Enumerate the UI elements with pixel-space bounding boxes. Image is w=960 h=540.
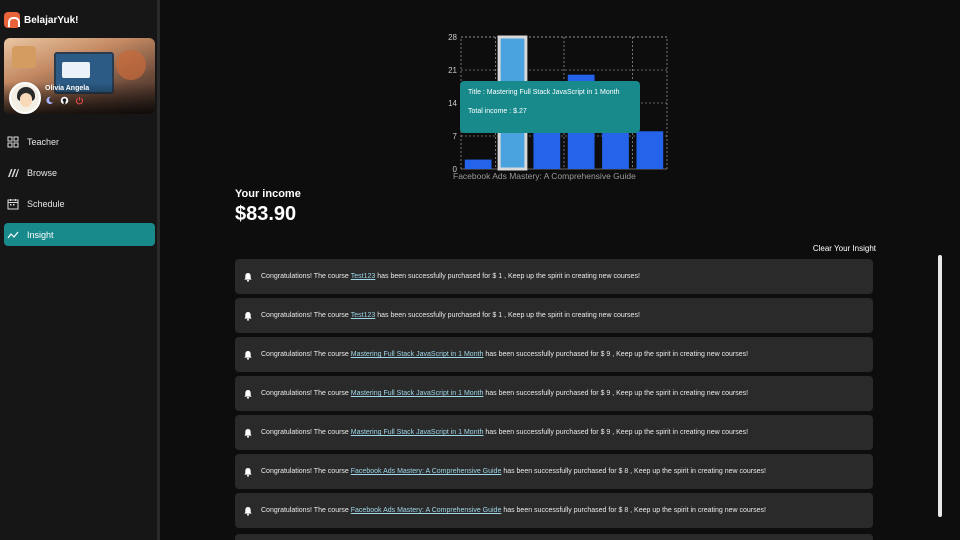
notification-prefix: Congratulations! The course: [261, 390, 349, 397]
y-tick-label: 28: [448, 33, 457, 42]
chart-bar: [464, 159, 492, 169]
chart-tooltip: Title : Mastering Full Stack JavaScript …: [460, 81, 640, 133]
chart-bar: [602, 131, 629, 169]
course-link[interactable]: Facebook Ads Mastery: A Comprehensive Gu…: [351, 507, 502, 514]
y-tick-label: 7: [453, 132, 458, 141]
notification-suffix: has been successfully purchased for $ 9 …: [485, 351, 749, 358]
notification-prefix: Congratulations! The course: [261, 429, 349, 436]
profile-banner-decoration: [116, 50, 146, 80]
course-link[interactable]: Mastering Full Stack JavaScript in 1 Mon…: [351, 429, 484, 436]
sidebar-nav: Teacher Browse Schedule Insight: [4, 130, 155, 254]
browse-stripes-icon: [8, 168, 19, 177]
sidebar-item-label: Insight: [27, 229, 54, 240]
sidebar-item-teacher[interactable]: Teacher: [4, 130, 155, 153]
notification-suffix: has been successfully purchased for $ 8 …: [503, 507, 766, 514]
notification-item: Congratulations! The course Facebook Ads…: [235, 454, 873, 489]
tooltip-title: Title : Mastering Full Stack JavaScript …: [468, 89, 620, 96]
bell-icon: [244, 506, 252, 516]
sidebar-item-label: Browse: [27, 167, 58, 178]
notification-suffix: has been successfully purchased for $ 8 …: [503, 468, 766, 475]
sidebar-item-insight[interactable]: Insight: [4, 223, 155, 246]
scrollbar-thumb[interactable]: [938, 255, 942, 517]
bell-icon: [244, 428, 252, 438]
calendar-icon: [7, 198, 19, 209]
user-name: Olivia Angela: [45, 85, 90, 92]
clear-insight-button[interactable]: Clear Your Insight: [813, 244, 876, 253]
notification-list: Congratulations! The course Test123 has …: [235, 259, 873, 540]
bell-icon: [244, 467, 252, 477]
trend-line-icon: [7, 231, 19, 238]
sidebar-item-label: Schedule: [27, 198, 65, 209]
course-link[interactable]: Test123: [351, 312, 376, 319]
brand-name: BelajarYuk!: [24, 14, 79, 26]
sidebar-item-browse[interactable]: Browse: [4, 161, 155, 184]
bell-icon: [244, 272, 252, 282]
sidebar-item-label: Teacher: [27, 136, 60, 147]
notification-suffix: has been successfully purchased for $ 1 …: [377, 273, 640, 280]
notification-suffix: has been successfully purchased for $ 9 …: [485, 429, 749, 436]
sidebar: BelajarYuk! Olivia Angela Teacher Browse…: [0, 0, 160, 540]
sidebar-item-schedule[interactable]: Schedule: [4, 192, 155, 215]
income-label: Your income: [235, 188, 301, 200]
dashboard-grid-icon: [7, 136, 19, 147]
notification-item: Congratulations! The course Facebook Ads…: [235, 493, 873, 528]
main-content: 0 7 14 21 28 Facebook Ads Mastery: A Comprehe…: [163, 0, 960, 540]
notification-item: Congratulations! The course Test123 has …: [235, 259, 873, 294]
bell-icon: [244, 389, 252, 399]
bell-icon: [244, 350, 252, 360]
github-icon[interactable]: [60, 96, 69, 105]
course-link[interactable]: Mastering Full Stack JavaScript in 1 Mon…: [351, 390, 484, 397]
tooltip-income: Total income : $.27: [468, 108, 527, 115]
chart-bar: [533, 131, 561, 169]
notification-prefix: Congratulations! The course: [261, 273, 349, 280]
notification-suffix: has been successfully purchased for $ 9 …: [485, 390, 749, 397]
moon-icon[interactable]: [45, 96, 54, 105]
notification-prefix: Congratulations! The course: [261, 351, 349, 358]
notification-item: Congratulations! The course Test123 has …: [235, 298, 873, 333]
notification-item-partial: [235, 534, 873, 540]
chart-bar: [636, 131, 664, 169]
brand[interactable]: BelajarYuk!: [4, 11, 78, 29]
brand-logo-icon: [4, 12, 20, 28]
notification-prefix: Congratulations! The course: [261, 312, 349, 319]
bell-icon: [244, 311, 252, 321]
course-link[interactable]: Mastering Full Stack JavaScript in 1 Mon…: [351, 351, 484, 358]
notification-item: Congratulations! The course Mastering Fu…: [235, 376, 873, 411]
notification-prefix: Congratulations! The course: [261, 468, 349, 475]
profile-banner-plant: [12, 46, 36, 68]
course-link[interactable]: Test123: [351, 273, 376, 280]
y-tick-label: 14: [448, 99, 457, 108]
avatar[interactable]: [9, 82, 41, 114]
x-axis-label: Facebook Ads Mastery: A Comprehensive Gu…: [453, 171, 636, 181]
income-value: $83.90: [235, 203, 297, 225]
notification-prefix: Congratulations! The course: [261, 507, 349, 514]
notification-item: Congratulations! The course Mastering Fu…: [235, 415, 873, 450]
y-tick-label: 21: [448, 66, 457, 75]
notification-suffix: has been successfully purchased for $ 1 …: [377, 312, 640, 319]
user-actions: [45, 96, 84, 105]
notification-item: Congratulations! The course Mastering Fu…: [235, 337, 873, 372]
power-icon[interactable]: [75, 96, 84, 105]
course-link[interactable]: Facebook Ads Mastery: A Comprehensive Gu…: [351, 468, 502, 475]
